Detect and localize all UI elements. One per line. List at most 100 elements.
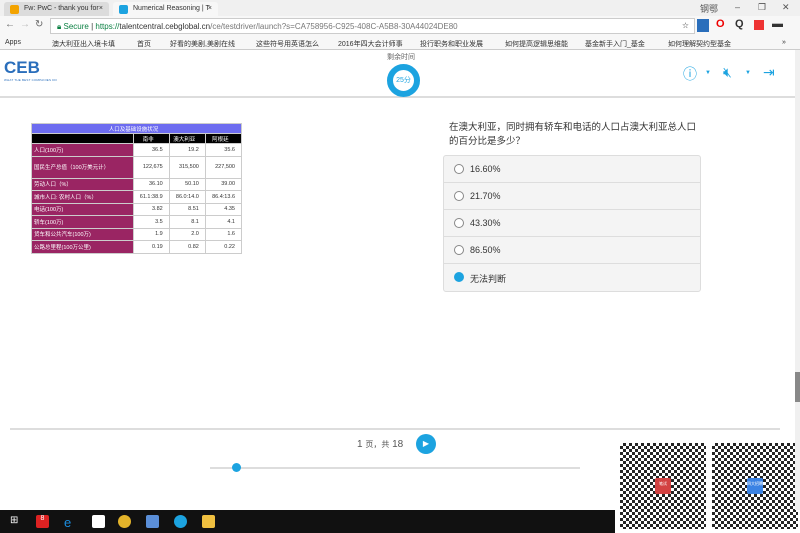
table-cell: 86.0:14.0 xyxy=(168,190,206,204)
bookmark[interactable]: 基金新手入门_基金 xyxy=(585,39,645,49)
next-button[interactable]: ▶ xyxy=(416,434,436,454)
bookmark[interactable]: 如何理解契约型基金 xyxy=(668,39,731,49)
back-icon[interactable]: ← xyxy=(5,19,15,30)
table-cell: 1.9 xyxy=(132,227,170,241)
timer-label: 剩余时间 xyxy=(387,54,415,61)
close-tab-icon[interactable]: × xyxy=(99,5,103,12)
forward-icon[interactable]: → xyxy=(20,19,30,30)
chevron-down-icon[interactable]: ▼ xyxy=(705,70,711,76)
row-label: 货车和公共汽车(100万) xyxy=(31,227,134,241)
answer-option[interactable]: 16.60% xyxy=(444,156,700,183)
minimize-icon[interactable]: – xyxy=(735,2,740,12)
exit-icon[interactable]: ⇥ xyxy=(763,64,775,81)
extension-icon[interactable]: ▬ xyxy=(772,18,783,30)
answer-option[interactable]: 43.30% xyxy=(444,210,700,237)
app-icon[interactable] xyxy=(174,515,187,528)
option-label: 86.50% xyxy=(470,245,501,255)
help-icon[interactable]: ⓘ xyxy=(683,64,697,84)
qr-badge: 四大招聘 xyxy=(747,478,763,494)
radio-icon[interactable] xyxy=(454,191,464,201)
option-label: 21.70% xyxy=(470,191,501,201)
extension-icon[interactable] xyxy=(754,20,764,30)
bookmark-apps[interactable]: Apps xyxy=(5,39,21,46)
edge-icon[interactable]: e xyxy=(64,515,77,530)
chrome-icon[interactable] xyxy=(118,515,131,528)
bookmark[interactable]: 首页 xyxy=(137,39,151,49)
opera-icon[interactable]: O xyxy=(716,18,725,30)
bookmark[interactable]: 澳大利亚出入境卡填 xyxy=(52,39,115,49)
radio-icon[interactable] xyxy=(454,218,464,228)
url-input[interactable]: 🔒︎ Secure | https://talentcentral.cebglo… xyxy=(50,18,695,34)
url-path: /ce/testdriver/launch?s=CA758956-C925-40… xyxy=(210,22,458,31)
table-row: 劳动人口（%） 36.10 50.10 39.00 xyxy=(31,177,243,191)
star-icon[interactable]: ☆ xyxy=(682,21,689,30)
table-cell: 8.51 xyxy=(168,202,206,216)
table-cell: 19.2 xyxy=(168,143,206,157)
table-cell: 0.22 xyxy=(204,240,243,254)
column-header: 阿根廷 xyxy=(204,133,243,144)
extension-icon[interactable] xyxy=(697,19,709,32)
chevron-down-icon[interactable]: ▼ xyxy=(745,70,751,76)
slider-handle[interactable] xyxy=(232,463,242,472)
profile-name[interactable]: 钢鄂 xyxy=(700,2,718,15)
scrollbar[interactable] xyxy=(795,50,800,510)
tab-favicon-icon xyxy=(10,5,19,14)
browser-tab[interactable]: Fw: PwC - thank you for × xyxy=(4,2,109,16)
app-icon[interactable]: 8 xyxy=(36,515,49,528)
close-tab-icon[interactable]: × xyxy=(208,5,212,12)
tab-title: Fw: PwC - thank you for xyxy=(24,5,99,12)
test-header: CEB WHAT THE BEST COMPANIES DO 剩余时间 25分 ⓘ… xyxy=(0,50,795,98)
browser-tab-bar: Fw: PwC - thank you for × Numerical Reaso… xyxy=(0,0,800,16)
table-cell: 36.10 xyxy=(132,177,170,191)
file-explorer-icon[interactable] xyxy=(202,515,215,528)
column-header: 南非 xyxy=(132,133,170,144)
url-host: talentcentral.cebglobal.cn xyxy=(119,22,211,31)
table-row: 电话(100万) 3.82 8.51 4.35 xyxy=(31,202,243,216)
option-label: 无法判断 xyxy=(470,274,507,284)
radio-icon[interactable] xyxy=(454,164,464,174)
table-cell: 4.1 xyxy=(204,215,243,229)
table-row: 公路总里程(100万公里) 0.19 0.82 0.22 xyxy=(31,240,243,254)
radio-icon[interactable] xyxy=(454,272,464,282)
data-table: 人口及基础设施状况 南非 澳大利亚 阿根廷 人口(100万) 36.5 19.2 35.6… xyxy=(31,123,243,254)
bookmark[interactable]: 2016年四大会计师事 xyxy=(338,39,403,49)
close-window-icon[interactable]: ✕ xyxy=(782,2,790,13)
answer-option[interactable]: 21.70% xyxy=(444,183,700,210)
table-cell: 0.82 xyxy=(168,240,206,254)
scrollbar-thumb[interactable] xyxy=(795,372,800,402)
bookmark[interactable]: 这些符号用英语怎么 xyxy=(256,39,319,49)
answer-option[interactable]: 86.50% xyxy=(444,237,700,264)
table-cell: 315,500 xyxy=(168,155,206,179)
option-label: 16.60% xyxy=(470,164,501,174)
bookmark[interactable]: 投行职务和职业发展 xyxy=(420,39,483,49)
column-header: 澳大利亚 xyxy=(168,133,206,144)
bookmark[interactable]: 好看的美剧,美剧在线 xyxy=(170,39,235,49)
progress-slider[interactable] xyxy=(210,463,580,472)
radio-icon[interactable] xyxy=(454,245,464,255)
tab-favicon-icon xyxy=(119,5,128,14)
table-cell: 61.1:38.9 xyxy=(132,190,170,204)
qr-badge: 笔试 xyxy=(655,478,671,494)
address-bar-row: ← → ↻ 🔒︎ Secure | https://talentcentral.… xyxy=(0,16,800,36)
row-label: 电话(100万) xyxy=(31,202,134,216)
option-label: 43.30% xyxy=(470,218,501,228)
maximize-icon[interactable]: ❐ xyxy=(758,2,766,13)
table-row: 城市人口: 农村人口（%） 61.1:38.9 86.0:14.0 86.4:13.6 xyxy=(31,190,243,204)
answer-option[interactable]: 无法判断 xyxy=(444,264,700,291)
windows-start-icon[interactable]: ⊞ xyxy=(10,515,23,528)
table-row: 国民生产总值（100万美元计） 122,675 315,500 227,500 xyxy=(31,155,243,179)
row-label: 国民生产总值（100万美元计） xyxy=(31,155,134,179)
ceb-logo: CEB WHAT THE BEST COMPANIES DO xyxy=(4,58,58,82)
store-icon[interactable] xyxy=(92,515,105,528)
table-cell: 0.19 xyxy=(132,240,170,254)
browser-tab-active[interactable]: Numerical Reasoning | T × xyxy=(113,2,218,16)
app-icon[interactable] xyxy=(146,515,159,528)
sound-off-icon[interactable]: 🔇︎ xyxy=(723,64,732,81)
timer-value: 25分 xyxy=(396,77,411,84)
secure-label: Secure xyxy=(63,22,89,31)
bookmark[interactable]: 如何提高逻辑思维能 xyxy=(505,39,568,49)
extension-icon[interactable]: Q xyxy=(735,18,744,30)
reload-icon[interactable]: ↻ xyxy=(35,19,43,30)
row-label: 公路总里程(100万公里) xyxy=(31,240,134,254)
more-bookmarks-icon[interactable]: » xyxy=(782,39,786,46)
